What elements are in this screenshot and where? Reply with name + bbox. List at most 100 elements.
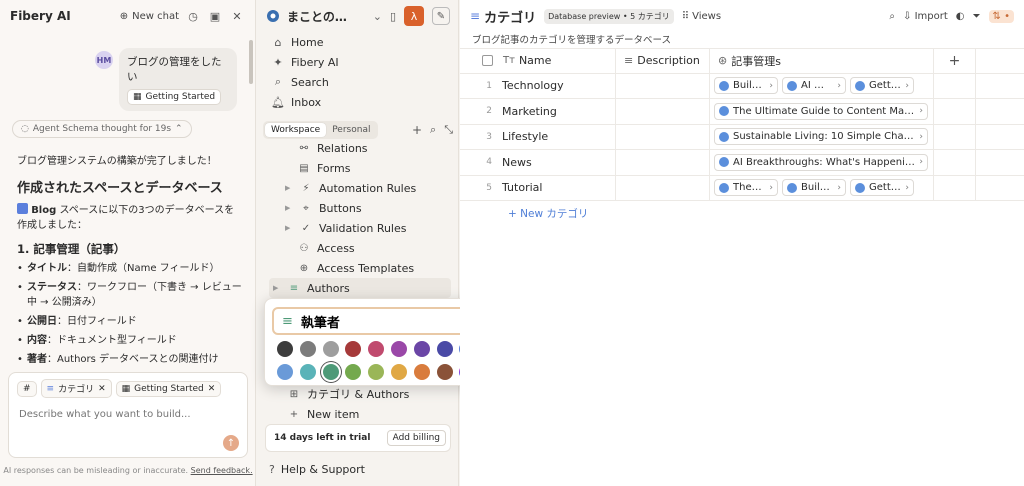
context-chip[interactable]: ≡ カテゴリ ✕ xyxy=(40,379,112,398)
color-swatch[interactable] xyxy=(436,364,453,380)
tree-item-access[interactable]: ⚇ Access xyxy=(281,238,451,258)
color-swatch[interactable] xyxy=(345,364,362,380)
table-row[interactable]: 1 Technology Buil… › AI … › Getti… › xyxy=(460,73,1024,99)
tree-item-automation[interactable]: ▶ ⚡︎ Automation Rules xyxy=(281,178,451,198)
color-swatch[interactable] xyxy=(436,341,453,357)
search-icon[interactable]: ⌕ xyxy=(889,11,895,22)
new-chat-button[interactable]: ⊕ New chat xyxy=(120,11,179,22)
column-header-name[interactable]: Tт Name xyxy=(460,49,616,73)
relation-chip[interactable]: Getti… › xyxy=(850,77,914,95)
cell-description[interactable] xyxy=(616,124,710,149)
tab-personal[interactable]: Personal xyxy=(326,123,376,137)
compose-icon[interactable]: ✎ xyxy=(432,7,450,25)
scrollbar[interactable] xyxy=(249,40,253,84)
color-swatch[interactable] xyxy=(368,341,385,357)
feedback-link[interactable]: Send feedback. xyxy=(191,466,253,475)
tree-item-access-templates[interactable]: ⊕ Access Templates xyxy=(281,258,451,278)
context-chip[interactable]: ▦ Getting Started ✕ xyxy=(115,380,222,397)
color-swatch[interactable] xyxy=(277,364,293,380)
cell-description[interactable] xyxy=(616,175,710,200)
cell-articles[interactable]: Buil… › AI … › Getti… › xyxy=(710,73,934,98)
relation-chip[interactable]: Sustainable Living: 10 Simple Chan… › xyxy=(714,128,928,146)
chevron-right-icon: › xyxy=(919,106,923,117)
color-swatch[interactable] xyxy=(413,341,430,357)
color-swatch[interactable] xyxy=(391,341,407,357)
cell-articles[interactable]: The… › Buil… › Getti… › xyxy=(710,175,934,200)
relation-chip[interactable]: AI … › xyxy=(782,77,846,95)
cell-name[interactable]: 5 Tutorial xyxy=(460,175,616,200)
color-swatch[interactable] xyxy=(368,364,385,380)
column-header-description[interactable]: ≡ Description xyxy=(616,49,710,73)
nav-fibery-ai[interactable]: ✦ Fibery AI xyxy=(257,52,458,72)
close-icon[interactable]: ✕ xyxy=(208,384,216,394)
attachment-chip[interactable]: ▦ Getting Started xyxy=(127,89,222,105)
agent-thought-toggle[interactable]: ◌ Agent Schema thought for 19s ⌃ xyxy=(12,120,192,138)
close-icon[interactable]: ✕ xyxy=(229,8,245,24)
cell-articles[interactable]: Sustainable Living: 10 Simple Chan… › xyxy=(710,124,934,149)
toggle-icon[interactable]: ◐ xyxy=(956,11,965,22)
cell-name[interactable]: 3 Lifestyle xyxy=(460,124,616,149)
tree-item-view[interactable]: ⊞ カテゴリ & Authors xyxy=(287,384,457,404)
tree-item-buttons[interactable]: ▶ ⌖ Buttons xyxy=(281,198,451,218)
new-row-button[interactable]: + New カテゴリ xyxy=(460,201,1024,226)
color-swatch[interactable] xyxy=(299,364,316,380)
cell-name[interactable]: 1 Technology xyxy=(460,73,616,98)
import-button[interactable]: ⇩ Import xyxy=(903,11,948,22)
filter-icon[interactable]: ⏷ xyxy=(973,11,981,22)
table-row[interactable]: 5 Tutorial The… › Buil… › Getti… › xyxy=(460,175,1024,201)
search-icon[interactable]: ⌕ xyxy=(430,123,436,137)
tree-item-relations[interactable]: ⚯ Relations xyxy=(281,138,451,158)
cell-articles[interactable]: AI Breakthroughs: What's Happeni… › xyxy=(710,150,934,175)
nav-home[interactable]: ⌂ Home xyxy=(257,32,458,52)
tree-item-forms[interactable]: ▤ Forms xyxy=(281,158,451,178)
select-all-checkbox[interactable] xyxy=(482,55,493,67)
close-icon[interactable]: ✕ xyxy=(98,384,106,394)
nav-search[interactable]: ⌕ Search xyxy=(257,72,458,92)
cell-name[interactable]: 2 Marketing xyxy=(460,99,616,124)
relation-chip[interactable]: Buil… › xyxy=(714,77,778,95)
relation-chip[interactable]: The… › xyxy=(714,179,778,197)
plus-icon[interactable]: + xyxy=(412,123,422,137)
user-avatar[interactable]: λ xyxy=(404,6,424,26)
table-row[interactable]: 4 News AI Breakthroughs: What's Happeni… › xyxy=(460,150,1024,176)
dock-icon[interactable]: ▣ xyxy=(207,8,223,24)
cell-name[interactable]: 4 News xyxy=(460,150,616,175)
hash-button[interactable]: # xyxy=(17,380,37,397)
nav-label: Inbox xyxy=(291,95,322,109)
color-swatch[interactable] xyxy=(322,364,339,380)
sort-button[interactable]: ⇅ • xyxy=(988,9,1014,23)
add-column-button[interactable]: + xyxy=(934,49,976,73)
tab-workspace[interactable]: Workspace xyxy=(265,123,327,137)
collapse-icon[interactable]: ⤡ xyxy=(444,123,453,137)
views-button[interactable]: ⠿ Views xyxy=(682,11,721,22)
cell-description[interactable] xyxy=(616,150,710,175)
color-swatch[interactable] xyxy=(277,341,293,357)
table-row[interactable]: 3 Lifestyle Sustainable Living: 10 Simple … xyxy=(460,124,1024,150)
database-name-input[interactable] xyxy=(300,313,451,329)
color-swatch[interactable] xyxy=(413,364,430,380)
relation-chip[interactable]: Getti… › xyxy=(850,179,914,197)
workspace-switcher[interactable]: まことの… ⌄ ▯ λ ✎ xyxy=(257,0,458,32)
add-billing-button[interactable]: Add billing xyxy=(386,430,446,446)
relation-chip[interactable]: AI Breakthroughs: What's Happeni… › xyxy=(714,153,928,171)
cell-description[interactable] xyxy=(616,99,710,124)
chat-input[interactable] xyxy=(19,409,219,420)
tree-item-validation[interactable]: ▶ ✓ Validation Rules xyxy=(281,218,451,238)
color-swatch[interactable] xyxy=(345,341,362,357)
nav-inbox[interactable]: 🔔︎ Inbox xyxy=(257,92,458,112)
cell-description[interactable] xyxy=(616,73,710,98)
relation-chip[interactable]: The Ultimate Guide to Content Mar… › xyxy=(714,102,928,120)
color-swatch[interactable] xyxy=(322,341,339,357)
tree-item-authors[interactable]: ▶ ≡ Authors xyxy=(269,278,451,298)
cell-articles[interactable]: The Ultimate Guide to Content Mar… › xyxy=(710,99,934,124)
color-swatch[interactable] xyxy=(299,341,316,357)
table-row[interactable]: 2 Marketing The Ultimate Guide to Content … xyxy=(460,99,1024,125)
send-button[interactable]: ↑ xyxy=(223,435,239,451)
column-header-articles[interactable]: ⊛ 記事管理s xyxy=(710,49,934,73)
relation-chip[interactable]: Buil… › xyxy=(782,179,846,197)
new-item-button[interactable]: + New item xyxy=(287,404,457,424)
history-icon[interactable]: ◷ xyxy=(185,8,201,24)
help-support-link[interactable]: ? Help & Support xyxy=(269,463,365,476)
color-swatch[interactable] xyxy=(391,364,407,380)
sidebar-toggle-icon[interactable]: ▯ xyxy=(390,10,396,23)
